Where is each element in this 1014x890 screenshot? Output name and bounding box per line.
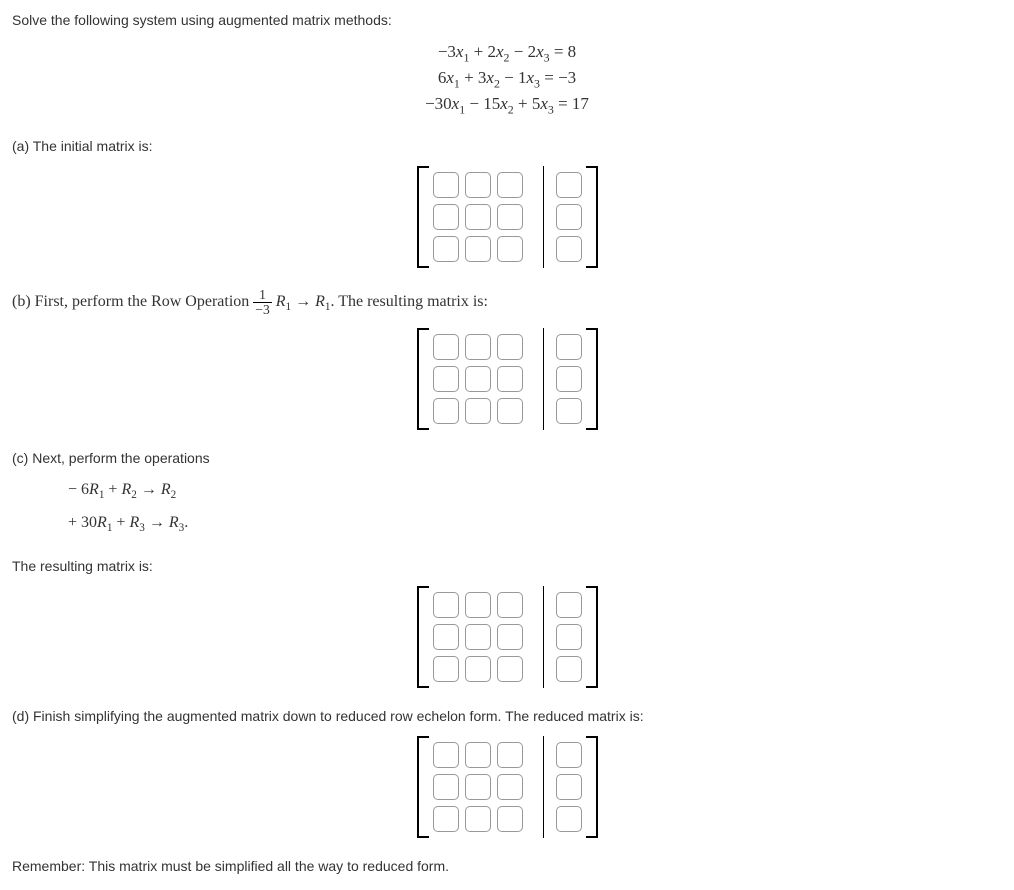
matrix-a-cell[interactable] — [433, 236, 459, 262]
matrix-b-cell[interactable] — [497, 398, 523, 424]
matrix-c-cell[interactable] — [497, 624, 523, 650]
matrix-b-aug[interactable] — [556, 398, 582, 424]
matrix-c-cell[interactable] — [465, 592, 491, 618]
matrix-d-cell[interactable] — [465, 742, 491, 768]
matrix-a-aug[interactable] — [556, 172, 582, 198]
part-a-label: (a) The initial matrix is: — [12, 138, 1002, 154]
bracket-right — [586, 328, 598, 430]
matrix-d-aug[interactable] — [556, 774, 582, 800]
fraction: 1−3 — [253, 288, 271, 316]
matrix-b-aug[interactable] — [556, 366, 582, 392]
matrix-b — [12, 328, 1002, 430]
matrix-d-aug[interactable] — [556, 742, 582, 768]
matrix-d-cell[interactable] — [433, 806, 459, 832]
bracket-left — [417, 166, 429, 268]
matrix-b-cell[interactable] — [497, 366, 523, 392]
equation-system: −3x1 + 2x2 − 2x3 = 8 6x1 + 3x2 − 1x3 = −… — [12, 40, 1002, 118]
matrix-d-cell[interactable] — [433, 742, 459, 768]
matrix-a — [12, 166, 1002, 268]
equation-line-1: −3x1 + 2x2 − 2x3 = 8 — [12, 40, 1002, 66]
equation-line-2: 6x1 + 3x2 − 1x3 = −3 — [12, 66, 1002, 92]
matrix-c-cell[interactable] — [433, 592, 459, 618]
matrix-a-cell[interactable] — [465, 204, 491, 230]
matrix-d-cell[interactable] — [497, 742, 523, 768]
matrix-a-cell[interactable] — [465, 236, 491, 262]
matrix-a-cell[interactable] — [465, 172, 491, 198]
matrix-b-cell[interactable] — [433, 334, 459, 360]
bracket-right — [586, 166, 598, 268]
matrix-d-aug[interactable] — [556, 806, 582, 832]
matrix-a-cell[interactable] — [497, 172, 523, 198]
matrix-d-cell[interactable] — [497, 774, 523, 800]
matrix-c-cell[interactable] — [433, 656, 459, 682]
matrix-d-cell[interactable] — [497, 806, 523, 832]
part-d-label: (d) Finish simplifying the augmented mat… — [12, 708, 1002, 724]
bracket-left — [417, 736, 429, 838]
problem-intro: Solve the following system using augment… — [12, 12, 1002, 28]
part-c-label: (c) Next, perform the operations — [12, 450, 1002, 466]
matrix-d — [12, 736, 1002, 838]
matrix-c-aug[interactable] — [556, 624, 582, 650]
bracket-right — [586, 736, 598, 838]
matrix-c-cell[interactable] — [497, 592, 523, 618]
part-c-result: The resulting matrix is: — [12, 558, 1002, 574]
bracket-left — [417, 586, 429, 688]
matrix-b-cell[interactable] — [433, 366, 459, 392]
matrix-a-cell[interactable] — [497, 204, 523, 230]
equation-line-3: −30x1 − 15x2 + 5x3 = 17 — [12, 92, 1002, 118]
bracket-left — [417, 328, 429, 430]
part-b-label: (b) First, perform the Row Operation 1−3… — [12, 288, 1002, 316]
matrix-a-cell[interactable] — [497, 236, 523, 262]
matrix-c-cell[interactable] — [497, 656, 523, 682]
matrix-b-cell[interactable] — [433, 398, 459, 424]
matrix-d-cell[interactable] — [465, 774, 491, 800]
matrix-c-aug[interactable] — [556, 656, 582, 682]
footer-note: Remember: This matrix must be simplified… — [12, 858, 1002, 874]
matrix-b-cell[interactable] — [465, 366, 491, 392]
matrix-c-cell[interactable] — [433, 624, 459, 650]
op-2: + 30R1 + R3 → R3. — [68, 507, 1002, 540]
matrix-d-cell[interactable] — [465, 806, 491, 832]
part-b-prefix: (b) First, perform the Row Operation — [12, 293, 253, 310]
matrix-b-aug[interactable] — [556, 334, 582, 360]
matrix-a-aug[interactable] — [556, 236, 582, 262]
matrix-b-cell[interactable] — [465, 398, 491, 424]
matrix-a-aug[interactable] — [556, 204, 582, 230]
matrix-c-cell[interactable] — [465, 624, 491, 650]
matrix-a-cell[interactable] — [433, 172, 459, 198]
part-c-ops: − 6R1 + R2 → R2 + 30R1 + R3 → R3. — [68, 474, 1002, 539]
matrix-c-cell[interactable] — [465, 656, 491, 682]
matrix-c-aug[interactable] — [556, 592, 582, 618]
matrix-b-cell[interactable] — [465, 334, 491, 360]
matrix-d-cell[interactable] — [433, 774, 459, 800]
bracket-right — [586, 586, 598, 688]
op-1: − 6R1 + R2 → R2 — [68, 474, 1002, 507]
matrix-b-cell[interactable] — [497, 334, 523, 360]
matrix-c — [12, 586, 1002, 688]
matrix-a-cell[interactable] — [433, 204, 459, 230]
